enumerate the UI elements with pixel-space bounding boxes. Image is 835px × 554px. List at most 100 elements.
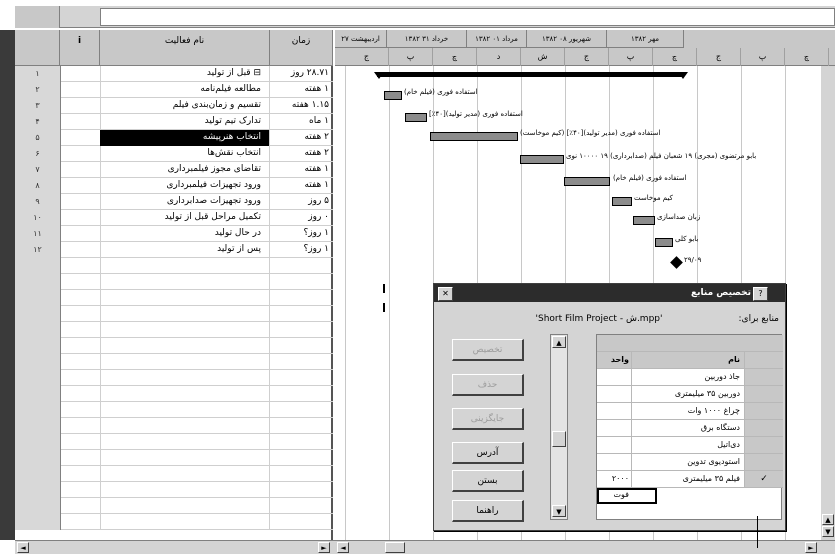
row-selector[interactable]	[745, 403, 783, 419]
resource-row[interactable]: چراغ ۱۰۰۰ وات	[597, 403, 783, 420]
empty-row[interactable]	[15, 498, 333, 514]
row-id[interactable]: ۲	[15, 82, 61, 98]
scroll-right-icon[interactable]: ►	[805, 542, 817, 553]
task-bar[interactable]	[405, 113, 427, 122]
table-row[interactable]: ۷ تقاضای مجوز فیلمبرداری ۱ هفته	[15, 162, 333, 178]
task-name-cell[interactable]: انتخاب هنرپیشه	[100, 130, 270, 146]
close-button[interactable]: بستن	[452, 470, 524, 492]
resource-row[interactable]: دستگاه برق	[597, 420, 783, 437]
row-selector[interactable]	[745, 437, 783, 453]
scroll-up-icon[interactable]: ▲	[552, 336, 566, 348]
select-all-corner[interactable]	[15, 6, 60, 28]
address-button[interactable]: آدرس	[452, 442, 524, 464]
resource-row[interactable]: جاذ دوربین	[597, 369, 783, 386]
task-bar[interactable]	[564, 177, 610, 186]
table-row[interactable]: ۵ انتخاب هنرپیشه ۲ هفته	[15, 130, 333, 146]
resource-name[interactable]: جاذ دوربین	[632, 369, 745, 385]
assign-button[interactable]: تخصیص	[452, 339, 524, 361]
duration-cell[interactable]: ۱ ماه	[270, 114, 333, 130]
duration-cell[interactable]: ۱ هفته	[270, 178, 333, 194]
task-name-cell[interactable]: ⊟ قبل از تولید	[100, 66, 270, 82]
task-bar[interactable]	[633, 216, 655, 225]
close-icon[interactable]: ✕	[438, 287, 453, 301]
empty-row[interactable]	[15, 418, 333, 434]
empty-row[interactable]	[15, 466, 333, 482]
resource-name[interactable]: استودیوی تدوین	[632, 454, 745, 470]
task-bar[interactable]	[520, 155, 564, 164]
resource-units[interactable]	[597, 420, 632, 436]
task-bar[interactable]	[430, 132, 518, 141]
resource-name[interactable]: دستگاه برق	[632, 420, 745, 436]
task-bar[interactable]	[383, 284, 385, 293]
table-row[interactable]: ۸ ورود تجهیزات فیلمبرداری ۱ هفته	[15, 178, 333, 194]
row-selector[interactable]	[745, 386, 783, 402]
task-name-header[interactable]: نام فعالیت	[100, 30, 270, 66]
row-id[interactable]: ۶	[15, 146, 61, 162]
row-id[interactable]: ۹	[15, 194, 61, 210]
empty-row[interactable]	[15, 322, 333, 338]
duration-cell[interactable]: ۱ هفته	[270, 82, 333, 98]
row-id[interactable]: ۸	[15, 178, 61, 194]
empty-row[interactable]	[15, 274, 333, 290]
replace-button[interactable]: جایگزینی	[452, 408, 524, 430]
task-name-cell[interactable]: تقسیم و زمان‌بندی فیلم	[100, 98, 270, 114]
duration-header[interactable]: زمان	[270, 30, 333, 66]
task-name-cell[interactable]: پس از تولید	[100, 242, 270, 258]
scroll-down-icon[interactable]: ▼	[822, 526, 834, 537]
row-selector[interactable]	[745, 454, 783, 470]
empty-row[interactable]	[15, 354, 333, 370]
task-name-cell[interactable]: تکمیل مراحل قبل از تولید	[100, 210, 270, 226]
resource-units[interactable]	[597, 437, 632, 453]
task-name-cell[interactable]: ورود تجهیزات صدابرداری	[100, 194, 270, 210]
resource-row[interactable]: دوربین ۳۵ میلیمتری	[597, 386, 783, 403]
resource-row[interactable]: دی‌اتیل	[597, 437, 783, 454]
resource-row[interactable]: استودیوی تدوین	[597, 454, 783, 471]
task-name-cell[interactable]: مطالعه فیلم‌نامه	[100, 82, 270, 98]
gantt-horizontal-scrollbar[interactable]: ◄ ►	[335, 540, 835, 554]
empty-row[interactable]	[15, 402, 333, 418]
empty-row[interactable]	[15, 370, 333, 386]
summary-bar[interactable]	[377, 72, 683, 77]
empty-row[interactable]	[15, 306, 333, 322]
empty-row[interactable]	[15, 434, 333, 450]
empty-row[interactable]	[15, 514, 333, 530]
scroll-down-icon[interactable]: ▼	[552, 505, 566, 517]
resource-name[interactable]: دی‌اتیل	[632, 437, 745, 453]
row-id[interactable]: ۵	[15, 130, 61, 146]
table-row[interactable]: ۱۲ پس از تولید ۱ روز؟	[15, 242, 333, 258]
task-bar[interactable]	[383, 303, 385, 312]
duration-cell[interactable]: ۲ هفته	[270, 146, 333, 162]
gantt-vertical-scrollbar[interactable]: ▲ ▼	[821, 66, 835, 540]
resource-name[interactable]: فیلم ۳۵ میلیمتری	[632, 471, 745, 487]
help-button[interactable]: راهنما	[452, 500, 524, 522]
checkmark-icon[interactable]: ✓	[745, 471, 783, 487]
indicators-header[interactable]: i	[60, 30, 100, 66]
duration-cell[interactable]: ۲۸.۷۱ روز	[270, 66, 333, 82]
table-row[interactable]: ۳ تقسیم و زمان‌بندی فیلم ۱.۱۵ هفته	[15, 98, 333, 114]
table-row[interactable]: ۶ انتخاب نقش‌ها ۲ هفته	[15, 146, 333, 162]
row-id[interactable]: ۷	[15, 162, 61, 178]
duration-cell[interactable]: ۰ روز	[270, 210, 333, 226]
remove-button[interactable]: حذف	[452, 374, 524, 396]
resource-units[interactable]	[597, 386, 632, 402]
table-row[interactable]: ۱۱ در حال تولید ۱ روز؟	[15, 226, 333, 242]
table-row[interactable]: ۲ مطالعه فیلم‌نامه ۱ هفته	[15, 82, 333, 98]
scroll-thumb[interactable]	[385, 542, 405, 553]
resource-units[interactable]	[597, 369, 632, 385]
duration-cell[interactable]: ۱ هفته	[270, 162, 333, 178]
resource-units[interactable]: ۲۰۰۰ فوت	[597, 471, 632, 499]
scroll-thumb[interactable]	[552, 431, 566, 447]
duration-cell[interactable]: ۱ روز؟	[270, 242, 333, 258]
task-bar[interactable]	[655, 238, 673, 247]
empty-row[interactable]	[15, 338, 333, 354]
resource-units[interactable]	[597, 454, 632, 470]
duration-cell[interactable]: ۱ روز؟	[270, 226, 333, 242]
scroll-right-icon[interactable]: ►	[318, 542, 330, 553]
empty-row[interactable]	[15, 482, 333, 498]
table-row[interactable]: ۱ ⊟ قبل از تولید ۲۸.۷۱ روز	[15, 66, 333, 82]
empty-row[interactable]	[15, 386, 333, 402]
row-id[interactable]: ۱	[15, 66, 61, 82]
empty-row[interactable]	[15, 450, 333, 466]
task-name-cell[interactable]: تقاضای مجوز فیلمبرداری	[100, 162, 270, 178]
task-name-cell[interactable]: تدارک تیم تولید	[100, 114, 270, 130]
